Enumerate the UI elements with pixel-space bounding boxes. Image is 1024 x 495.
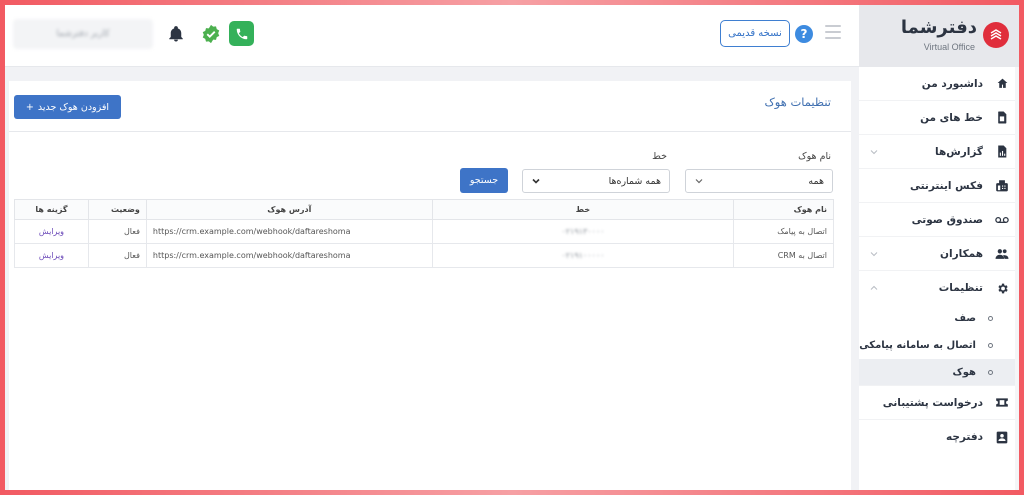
verified-icon: [201, 24, 221, 44]
top-header: کاربر دفترشما نسخه قدیمی ?: [5, 5, 859, 67]
sidebar-scrollbar[interactable]: [1015, 67, 1019, 490]
col-hook-url: آدرس هوک: [145, 199, 433, 220]
col-options: گزینه ها: [14, 199, 89, 220]
sidebar-subitem-hook[interactable]: هوک: [859, 359, 1019, 386]
sidebar: دفترشما Virtual Office داشبورد من خط های…: [859, 5, 1019, 490]
hamburger-menu-icon[interactable]: [825, 25, 841, 41]
phone-button[interactable]: [229, 21, 254, 46]
chevron-down-icon: [532, 178, 540, 184]
home-icon: [995, 77, 1009, 91]
hook-name-select[interactable]: همه: [685, 169, 833, 193]
sidebar-item-settings[interactable]: تنظیمات: [859, 271, 1019, 305]
sidebar-item-support[interactable]: درخواست پشتیبانی: [859, 386, 1019, 420]
sidebar-item-my-lines[interactable]: خط های من: [859, 101, 1019, 135]
chevron-down-icon: [695, 179, 703, 184]
search-button[interactable]: جستجو: [460, 168, 508, 193]
bullet-icon: [988, 316, 993, 321]
col-line: خط: [431, 199, 735, 220]
user-menu[interactable]: کاربر دفترشما: [13, 19, 153, 49]
plus-icon: +: [25, 101, 34, 113]
users-icon: [995, 247, 1009, 261]
hook-url-cell: https://crm.example.com/webhook/daftares…: [152, 227, 351, 236]
help-icon[interactable]: ?: [795, 25, 813, 43]
bullet-icon: [988, 369, 993, 375]
add-hook-button[interactable]: + افزودن هوک جدید: [14, 95, 121, 119]
sidebar-item-colleagues[interactable]: همکاران: [859, 237, 1019, 271]
bullet-icon: [988, 343, 993, 348]
table-row: اتصال به CRM ۰۲۱۹۱۰۰۰۰۰ https://crm.exam…: [14, 243, 834, 268]
col-status: وضعیت: [87, 199, 147, 220]
table-header-row: نام هوک خط آدرس هوک وضعیت گزینه ها: [14, 199, 834, 220]
voicemail-icon: [995, 213, 1009, 227]
line-select[interactable]: همه شماره‌ها: [522, 169, 670, 193]
app-window: کاربر دفترشما نسخه قدیمی ? تنظیمات هوک +…: [5, 5, 1019, 490]
col-hook-name: نام هوک: [733, 199, 834, 220]
sidebar-item-contacts[interactable]: دفترچه: [859, 420, 1019, 454]
sidebar-item-reports[interactable]: گزارش‌ها: [859, 135, 1019, 169]
chevron-down-icon: [870, 149, 878, 154]
status-cell: فعال: [87, 219, 147, 244]
phone-icon: [236, 28, 247, 39]
sidebar-subitem-queue[interactable]: صف: [859, 305, 1019, 332]
hook-name-label: نام هوک: [798, 151, 831, 162]
status-cell: فعال: [87, 243, 147, 268]
edit-link[interactable]: ویرایش: [39, 227, 64, 236]
ticket-icon: [995, 396, 1009, 410]
old-version-button[interactable]: نسخه قدیمی: [720, 20, 790, 47]
chevron-down-icon: [870, 251, 878, 256]
table-row: اتصال به پیامک ۰۲۱۹۱۳۰۰۰۰ https://crm.ex…: [14, 219, 834, 244]
sidebar-item-fax[interactable]: فکس اینترنتی: [859, 169, 1019, 203]
bell-icon[interactable]: [167, 25, 185, 43]
logo[interactable]: دفترشما Virtual Office: [859, 5, 1019, 67]
sim-card-icon: [995, 111, 1009, 125]
gear-icon: [995, 281, 1009, 295]
sidebar-item-voicemail[interactable]: صندوق صوتی: [859, 203, 1019, 237]
logo-subtitle: Virtual Office: [923, 42, 975, 52]
sidebar-nav: داشبورد من خط های من گزارش‌ها فکس اینترن…: [859, 67, 1019, 454]
hook-name-cell: اتصال به CRM: [733, 243, 834, 268]
line-label: خط: [652, 151, 667, 162]
logo-mark-icon: [983, 22, 1009, 48]
logo-title: دفترشما: [900, 17, 977, 38]
page-title: تنظیمات هوک: [764, 95, 831, 109]
edit-link[interactable]: ویرایش: [39, 251, 64, 260]
fax-icon: [995, 179, 1009, 193]
contacts-icon: [995, 430, 1009, 444]
user-name: کاربر دفترشما: [56, 29, 110, 39]
hooks-table: نام هوک خط آدرس هوک وضعیت گزینه ها اتصال…: [14, 199, 834, 268]
hook-url-cell: https://crm.example.com/webhook/daftares…: [152, 251, 351, 260]
report-icon: [995, 145, 1009, 159]
divider: [9, 131, 851, 132]
hook-settings-card: تنظیمات هوک + افزودن هوک جدید نام هوک خط…: [9, 81, 851, 490]
sidebar-subitem-sms[interactable]: اتصال به سامانه پیامکی: [859, 332, 1019, 359]
chevron-up-icon: [870, 285, 878, 290]
hook-name-cell: اتصال به پیامک: [733, 219, 834, 244]
line-cell: ۰۲۱۹۱۰۰۰۰۰: [561, 251, 605, 260]
sidebar-item-dashboard[interactable]: داشبورد من: [859, 67, 1019, 101]
line-cell: ۰۲۱۹۱۳۰۰۰۰: [561, 227, 605, 236]
